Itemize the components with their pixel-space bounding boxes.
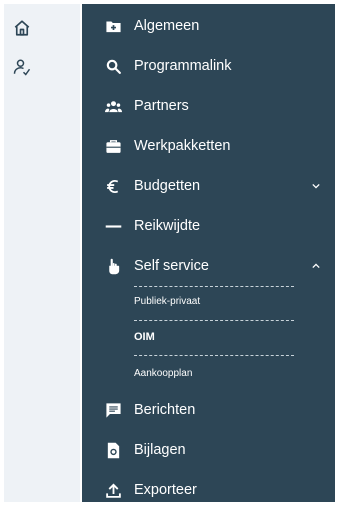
menu-item-label: Partners — [134, 98, 189, 114]
message-icon — [104, 401, 122, 419]
icon-rail — [4, 4, 80, 502]
upload-icon — [104, 481, 122, 499]
menu-item-label: Exporteer — [134, 482, 197, 498]
menu-item-programmalink[interactable]: Programmalink — [82, 49, 335, 83]
divider — [134, 286, 294, 287]
minus-icon — [104, 217, 122, 235]
briefcase-icon — [104, 137, 122, 155]
folder-plus-icon — [104, 17, 122, 35]
sub-item-aankoopplan[interactable]: Aankoopplan — [134, 360, 294, 386]
menu-item-reikwijdte[interactable]: Reikwijdte — [82, 209, 335, 243]
divider — [134, 320, 294, 321]
search-icon — [104, 57, 122, 75]
menu-item-label: Werkpakketten — [134, 138, 231, 154]
chevron-up-icon[interactable] — [311, 261, 321, 271]
menu-item-werkpakketten[interactable]: Werkpakketten — [82, 129, 335, 163]
menu-item-label: Budgetten — [134, 178, 201, 194]
menu-item-algemeen[interactable]: Algemeen — [82, 9, 335, 43]
hand-pointer-icon — [104, 257, 122, 275]
menu-item-self-service[interactable]: Self service — [82, 249, 335, 283]
divider — [134, 355, 294, 356]
menu-item-berichten[interactable]: Berichten — [82, 393, 335, 427]
users-icon — [104, 97, 122, 115]
sub-item-publiek-privaat[interactable]: Publiek-privaat — [134, 288, 294, 314]
menu-item-label: Programmalink — [134, 58, 232, 74]
menu-item-exporteer[interactable]: Exporteer — [82, 473, 335, 507]
chevron-down-icon[interactable] — [311, 181, 321, 191]
file-icon — [104, 441, 122, 459]
euro-icon — [104, 177, 122, 195]
menu-item-budgetten[interactable]: Budgetten — [82, 169, 335, 203]
menu-item-label: Self service — [134, 258, 209, 274]
user-check-icon[interactable] — [12, 57, 32, 77]
menu-item-partners[interactable]: Partners — [82, 89, 335, 123]
navigation-panel: Algemeen Programmalink Partners Werkpakk… — [82, 4, 335, 502]
home-icon[interactable] — [12, 18, 32, 38]
menu-item-label: Berichten — [134, 402, 196, 418]
sub-item-oim[interactable]: OIM — [134, 324, 294, 350]
menu-item-bijlagen[interactable]: Bijlagen — [82, 433, 335, 467]
menu-item-label: Bijlagen — [134, 442, 186, 458]
menu-item-label: Reikwijdte — [134, 218, 201, 234]
menu-item-label: Algemeen — [134, 18, 200, 34]
